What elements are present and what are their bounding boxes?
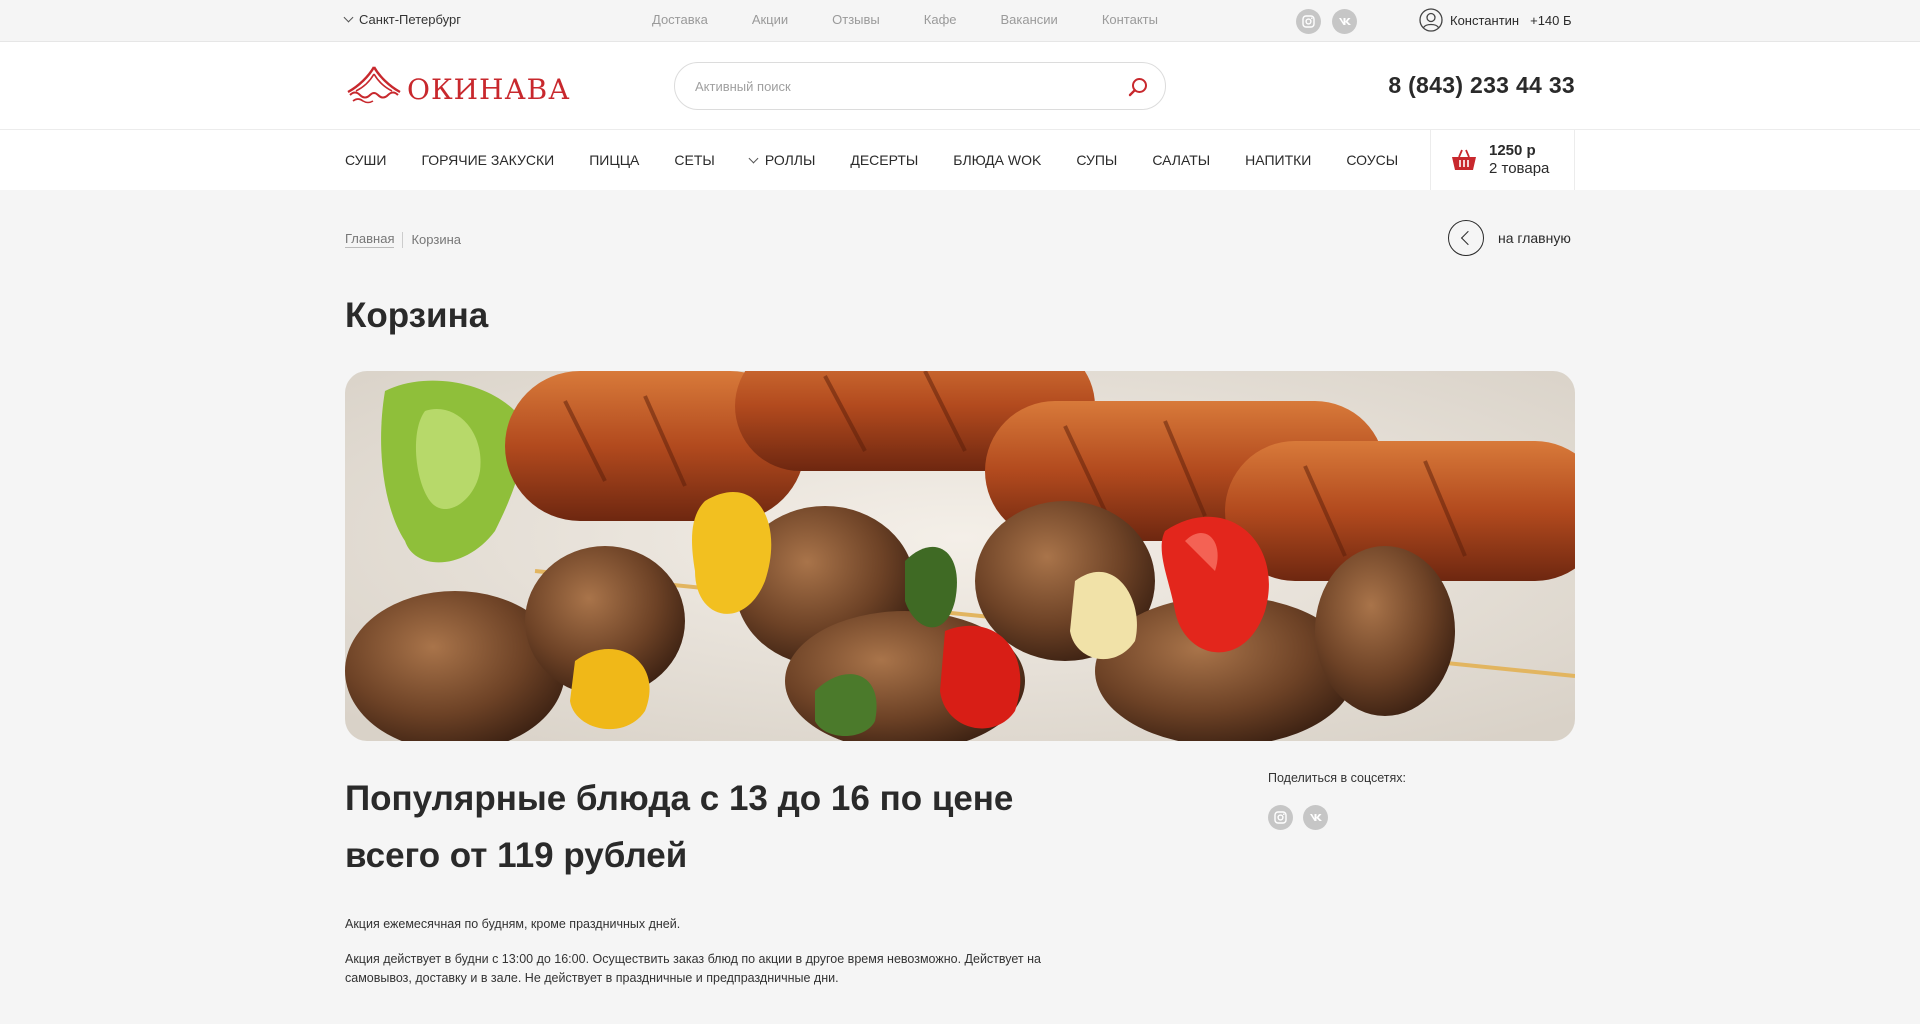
instagram-icon[interactable]	[1296, 9, 1321, 34]
phone-number[interactable]: 8 (843) 233 44 33	[1388, 72, 1575, 99]
city-selector[interactable]: Санкт-Петербург	[343, 12, 461, 27]
top-link-contacts[interactable]: Контакты	[1102, 12, 1158, 27]
logo-text: ОКИНАВА	[407, 73, 571, 106]
search-icon[interactable]	[1127, 76, 1149, 98]
header: ОКИНАВА 8 (843) 233 44 33	[0, 42, 1920, 130]
share-social-links	[1268, 805, 1328, 830]
cart-count: 2 товара	[1489, 160, 1550, 177]
category-menu: Суши Горячие закуски Пицца Сеты Роллы Де…	[345, 130, 1398, 190]
breadcrumb-divider	[402, 231, 404, 248]
breadcrumb: Главная Корзина	[345, 231, 461, 248]
vk-icon[interactable]	[1303, 805, 1328, 830]
top-link-promotions[interactable]: Акции	[752, 12, 788, 27]
top-social-links	[1296, 9, 1357, 34]
nav-item-sauces[interactable]: Соусы	[1346, 152, 1398, 168]
nav-item-rolls-label: Роллы	[764, 152, 816, 168]
basket-icon	[1452, 149, 1476, 170]
breadcrumb-current: Корзина	[411, 232, 462, 247]
top-bar: Санкт-Петербург Доставка Акции Отзывы Ка…	[0, 0, 1920, 42]
top-link-cafe[interactable]: Кафе	[924, 12, 957, 27]
promo-banner-image	[345, 371, 1575, 741]
top-link-vacancies[interactable]: Вакансии	[1001, 12, 1058, 27]
breadcrumb-home[interactable]: Главная	[345, 231, 395, 248]
chevron-left-icon	[1448, 220, 1484, 256]
nav-item-sushi[interactable]: Суши	[345, 152, 386, 168]
logo[interactable]: ОКИНАВА	[345, 64, 570, 106]
top-nav: Доставка Акции Отзывы Кафе Вакансии Конт…	[652, 12, 1158, 27]
user-points: +140 Б	[1530, 12, 1572, 28]
nav-item-soups[interactable]: Супы	[1076, 152, 1117, 168]
back-to-home-link[interactable]: на главную	[1448, 220, 1571, 256]
city-label: Санкт-Петербург	[359, 12, 461, 27]
cart-sum: 1250 р	[1489, 142, 1536, 159]
vk-icon[interactable]	[1332, 9, 1357, 34]
logo-roof-icon	[347, 66, 401, 104]
nav-item-rolls[interactable]: Роллы	[748, 152, 816, 168]
top-link-reviews[interactable]: Отзывы	[832, 12, 880, 27]
instagram-icon[interactable]	[1268, 805, 1293, 830]
search-box	[674, 62, 1166, 110]
cart-summary: 1250 р 2 товара	[1489, 142, 1549, 178]
promo-paragraph-1: Акция ежемесячная по будням, кроме празд…	[345, 917, 681, 931]
nav-item-pizza[interactable]: Пицца	[589, 152, 639, 168]
page-title: Корзина	[345, 296, 489, 335]
chevron-down-icon	[343, 12, 354, 23]
share-label: Поделиться в соцсетях:	[1268, 771, 1406, 785]
nav-item-sets[interactable]: Сеты	[674, 152, 714, 168]
back-label: на главную	[1498, 230, 1571, 246]
promo-paragraph-2: Акция действует в будни с 13:00 до 16:00…	[345, 952, 1041, 985]
user-account[interactable]: Константин +140 Б	[1419, 8, 1572, 32]
nav-item-salads[interactable]: Салаты	[1152, 152, 1210, 168]
user-name: Константин	[1450, 12, 1520, 28]
nav-item-wok[interactable]: Блюда WOK	[953, 152, 1041, 168]
user-icon	[1419, 8, 1443, 32]
cart-button[interactable]: 1250 р 2 товара	[1430, 130, 1575, 190]
top-link-delivery[interactable]: Доставка	[652, 12, 708, 27]
promo-title: Популярные блюда с 13 до 16 по цене всег…	[345, 779, 1014, 875]
main-nav: Суши Горячие закуски Пицца Сеты Роллы Де…	[0, 130, 1920, 190]
nav-item-drinks[interactable]: Напитки	[1245, 152, 1311, 168]
search-input[interactable]	[675, 63, 1095, 109]
nav-item-hot-snacks[interactable]: Горячие закуски	[421, 152, 554, 168]
chevron-down-icon	[748, 153, 759, 163]
nav-item-desserts[interactable]: Десерты	[850, 152, 918, 168]
